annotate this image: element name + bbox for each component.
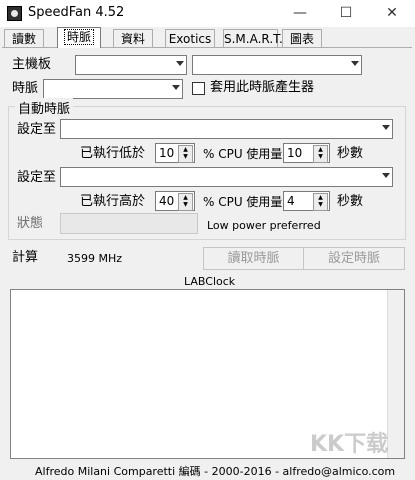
- tab-readings[interactable]: 讀數: [4, 29, 44, 47]
- high-seconds-spinner[interactable]: 4 ▲ ▼: [283, 191, 330, 211]
- high-cpu-spinner[interactable]: 40 ▲ ▼: [155, 191, 195, 211]
- tab-info[interactable]: 資料: [113, 29, 153, 47]
- tab-clock[interactable]: 時脈: [57, 27, 101, 48]
- chevron-down-icon: [382, 173, 390, 178]
- chevron-down-icon: [351, 61, 359, 66]
- spin-arrows-icon[interactable]: ▲ ▼: [178, 193, 193, 211]
- low-prefix-label: 已執行低於: [80, 146, 146, 161]
- calc-label: 計算: [12, 250, 39, 265]
- high-clock-select[interactable]: [60, 167, 393, 187]
- tab-exotics[interactable]: Exotics: [165, 29, 215, 47]
- motherboard-model-select[interactable]: [192, 55, 362, 75]
- low-clock-select[interactable]: [60, 119, 393, 139]
- status-text: Low power preferred: [207, 219, 321, 232]
- log-scrollbar[interactable]: [387, 290, 404, 458]
- close-button[interactable]: ✕: [369, 0, 415, 27]
- high-prefix-label: 已執行高於: [80, 194, 146, 209]
- spin-arrows-icon[interactable]: ▲ ▼: [313, 193, 328, 211]
- minimize-button[interactable]: —: [277, 0, 323, 27]
- use-generator-checkbox[interactable]: [192, 82, 205, 95]
- motherboard-label: 主機板: [12, 57, 52, 72]
- clock-select[interactable]: [43, 79, 183, 99]
- low-cpu-value: 10: [159, 146, 175, 160]
- low-cpu-usage-label: % CPU 使用量: [203, 147, 283, 161]
- labclock-label: LABClock: [184, 275, 236, 288]
- speedfan-app-icon: [7, 6, 22, 21]
- chevron-down-icon: [176, 61, 184, 66]
- high-cpu-value: 40: [159, 194, 175, 208]
- set-clock-button[interactable]: 設定時脈: [303, 247, 405, 270]
- low-seconds-label: 秒數: [337, 146, 364, 161]
- spin-arrows-icon[interactable]: ▲ ▼: [313, 145, 328, 163]
- low-seconds-value: 10: [287, 146, 303, 160]
- clock-label: 時脈: [12, 81, 39, 96]
- status-label: 狀態: [17, 216, 44, 231]
- low-seconds-spinner[interactable]: 10 ▲ ▼: [283, 143, 330, 163]
- set-to-high-label: 設定至: [17, 170, 57, 185]
- high-seconds-label: 秒數: [337, 194, 364, 209]
- low-cpu-spinner[interactable]: 10 ▲ ▼: [155, 143, 195, 163]
- chevron-down-icon: [382, 125, 390, 130]
- maximize-button[interactable]: ☐: [323, 0, 369, 27]
- tab-charts[interactable]: 圖表: [282, 29, 322, 47]
- motherboard-select[interactable]: [75, 55, 187, 75]
- chevron-down-icon: [172, 85, 180, 90]
- set-to-low-label: 設定至: [17, 122, 57, 137]
- calc-frequency: 3599 MHz: [67, 252, 123, 265]
- use-generator-label: 套用此時脈產生器: [210, 80, 315, 95]
- read-clock-button[interactable]: 讀取時脈: [203, 247, 304, 270]
- status-bar-text: Alfredo Milani Comparetti 編碼 - 2000-2016…: [35, 465, 396, 478]
- window-title: SpeedFan 4.52: [28, 5, 125, 20]
- auto-clock-title: 自動時脈: [15, 98, 74, 117]
- high-seconds-value: 4: [287, 194, 295, 208]
- high-cpu-usage-label: % CPU 使用量: [203, 195, 283, 209]
- tab-smart[interactable]: S.M.A.R.T.: [223, 29, 283, 47]
- tab-clock-label: 時脈: [63, 29, 94, 45]
- watermark-logo: KK下载: [310, 432, 389, 457]
- status-box: [60, 213, 198, 234]
- spin-arrows-icon[interactable]: ▲ ▼: [178, 145, 193, 163]
